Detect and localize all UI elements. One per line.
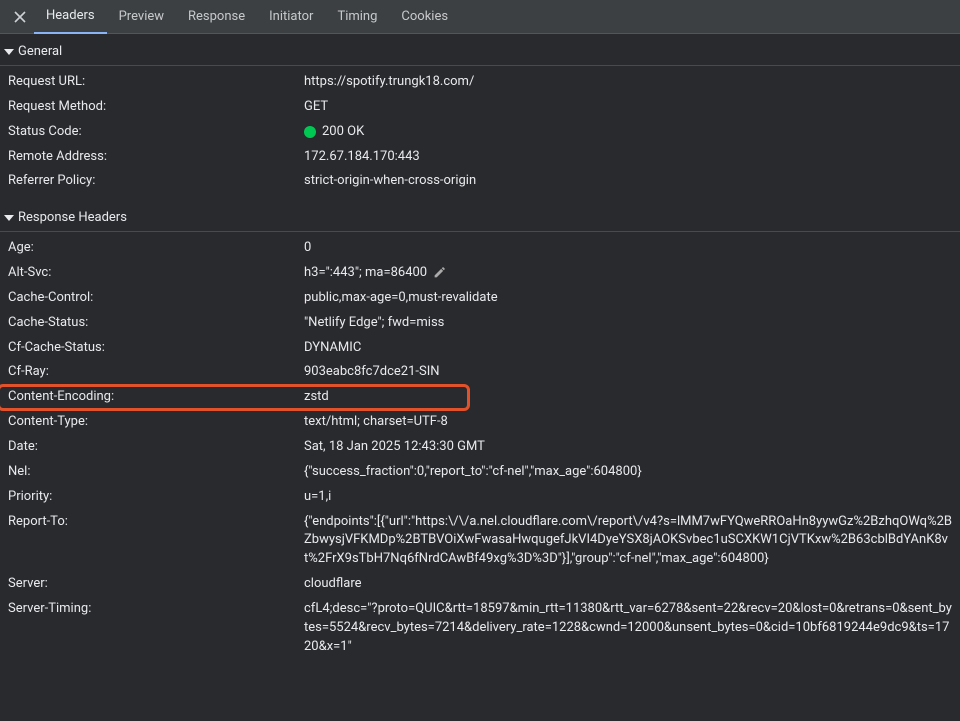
kv-value: Sat, 18 Jan 2025 12:43:30 GMT (304, 438, 952, 457)
kv-row: Age:0 (0, 236, 960, 261)
kv-value-text: Sat, 18 Jan 2025 12:43:30 GMT (304, 438, 485, 457)
kv-row: Content-Encoding:zstd (0, 385, 960, 410)
section-general-title[interactable]: General (0, 38, 960, 66)
kv-value-text: h3=":443"; ma=86400 (304, 264, 427, 283)
kv-key: Request URL: (8, 73, 304, 92)
kv-value: public,max-age=0,must-revalidate (304, 289, 952, 308)
kv-value: 172.67.184.170:443 (304, 148, 952, 167)
kv-row: Server-Timing:cfL4;desc="?proto=QUIC&rtt… (0, 597, 960, 660)
kv-value: cloudflare (304, 575, 952, 594)
kv-key: Request Method: (8, 98, 304, 117)
kv-row: Request URL:https://spotify.trungk18.com… (0, 70, 960, 95)
kv-row: Alt-Svc:h3=":443"; ma=86400 (0, 261, 960, 286)
kv-value-text: 172.67.184.170:443 (304, 148, 420, 167)
kv-key: Status Code: (8, 123, 304, 142)
kv-key: Server-Timing: (8, 600, 304, 619)
kv-row: Priority:u=1,i (0, 485, 960, 510)
tab-preview[interactable]: Preview (107, 0, 176, 34)
tab-initiator[interactable]: Initiator (257, 0, 325, 34)
kv-row: Status Code: 200 OK (0, 120, 960, 145)
chevron-down-icon (4, 49, 14, 55)
kv-key: Referrer Policy: (8, 172, 304, 191)
kv-row: Remote Address:172.67.184.170:443 (0, 145, 960, 170)
kv-value: h3=":443"; ma=86400 (304, 264, 952, 283)
kv-key: Nel: (8, 463, 304, 482)
kv-value-text: {"endpoints":[{"url":"https:\/\/a.nel.cl… (304, 513, 952, 570)
kv-value-text: "Netlify Edge"; fwd=miss (304, 314, 444, 333)
kv-value-text: zstd (304, 388, 329, 407)
tab-timing[interactable]: Timing (325, 0, 389, 34)
kv-key: Content-Type: (8, 413, 304, 432)
status-dot-icon (304, 126, 316, 138)
kv-key: Date: (8, 438, 304, 457)
kv-row: Content-Type:text/html; charset=UTF-8 (0, 410, 960, 435)
panel-content: General Request URL:https://spotify.trung… (0, 38, 960, 665)
tab-bar: Headers Preview Response Initiator Timin… (0, 0, 960, 34)
kv-value-text: cfL4;desc="?proto=QUIC&rtt=18597&min_rtt… (304, 600, 952, 657)
kv-value: "Netlify Edge"; fwd=miss (304, 314, 952, 333)
kv-row: Server:cloudflare (0, 572, 960, 597)
kv-value-text: u=1,i (304, 488, 331, 507)
kv-value-text: GET (304, 98, 328, 117)
kv-key: Cache-Control: (8, 289, 304, 308)
kv-value-text: 0 (304, 239, 311, 258)
kv-value: zstd (304, 388, 952, 407)
section-general-rows: Request URL:https://spotify.trungk18.com… (0, 66, 960, 200)
kv-value-text: text/html; charset=UTF-8 (304, 413, 448, 432)
pencil-icon[interactable] (433, 266, 446, 279)
kv-value: cfL4;desc="?proto=QUIC&rtt=18597&min_rtt… (304, 600, 952, 657)
kv-key: Report-To: (8, 513, 304, 532)
kv-value: 0 (304, 239, 952, 258)
kv-value-text: DYNAMIC (304, 339, 361, 358)
kv-value: 200 OK (304, 123, 952, 142)
kv-value: DYNAMIC (304, 339, 952, 358)
kv-value-text: 200 OK (322, 123, 364, 142)
kv-value-text: https://spotify.trungk18.com/ (304, 73, 474, 92)
kv-value-text: strict-origin-when-cross-origin (304, 172, 476, 191)
kv-key: Age: (8, 239, 304, 258)
kv-value-text: 903eabc8fc7dce21-SIN (304, 363, 440, 382)
section-response-headers-title[interactable]: Response Headers (0, 204, 960, 232)
kv-value: 903eabc8fc7dce21-SIN (304, 363, 952, 382)
tab-response[interactable]: Response (176, 0, 257, 34)
kv-key: Cf-Cache-Status: (8, 339, 304, 358)
kv-row: Referrer Policy:strict-origin-when-cross… (0, 169, 960, 194)
kv-value-text: cloudflare (304, 575, 362, 594)
kv-value: {"success_fraction":0,"report_to":"cf-ne… (304, 463, 952, 482)
section-title-label: Response Headers (18, 210, 127, 225)
tab-cookies[interactable]: Cookies (389, 0, 460, 34)
kv-key: Priority: (8, 488, 304, 507)
kv-row: Nel:{"success_fraction":0,"report_to":"c… (0, 460, 960, 485)
kv-key: Cache-Status: (8, 314, 304, 333)
kv-value: text/html; charset=UTF-8 (304, 413, 952, 432)
kv-row: Cache-Status:"Netlify Edge"; fwd=miss (0, 311, 960, 336)
kv-row: Cf-Ray:903eabc8fc7dce21-SIN (0, 360, 960, 385)
close-icon[interactable] (6, 0, 34, 34)
kv-key: Remote Address: (8, 148, 304, 167)
kv-key: Content-Encoding: (8, 388, 304, 407)
tab-headers[interactable]: Headers (34, 0, 107, 34)
kv-value: u=1,i (304, 488, 952, 507)
kv-key: Alt-Svc: (8, 264, 304, 283)
kv-row: Date:Sat, 18 Jan 2025 12:43:30 GMT (0, 435, 960, 460)
kv-row: Cache-Control:public,max-age=0,must-reva… (0, 286, 960, 311)
kv-row: Report-To:{"endpoints":[{"url":"https:\/… (0, 510, 960, 573)
kv-value-text: public,max-age=0,must-revalidate (304, 289, 498, 308)
kv-value: https://spotify.trungk18.com/ (304, 73, 952, 92)
kv-value: GET (304, 98, 952, 117)
kv-key: Cf-Ray: (8, 363, 304, 382)
kv-value: {"endpoints":[{"url":"https:\/\/a.nel.cl… (304, 513, 952, 570)
section-response-headers-rows: Age:0Alt-Svc:h3=":443"; ma=86400Cache-Co… (0, 232, 960, 665)
kv-row: Cf-Cache-Status:DYNAMIC (0, 336, 960, 361)
kv-key: Server: (8, 575, 304, 594)
chevron-down-icon (4, 215, 14, 221)
kv-value: strict-origin-when-cross-origin (304, 172, 952, 191)
kv-value-text: {"success_fraction":0,"report_to":"cf-ne… (304, 463, 642, 482)
section-title-label: General (18, 44, 62, 59)
kv-row: Request Method:GET (0, 95, 960, 120)
